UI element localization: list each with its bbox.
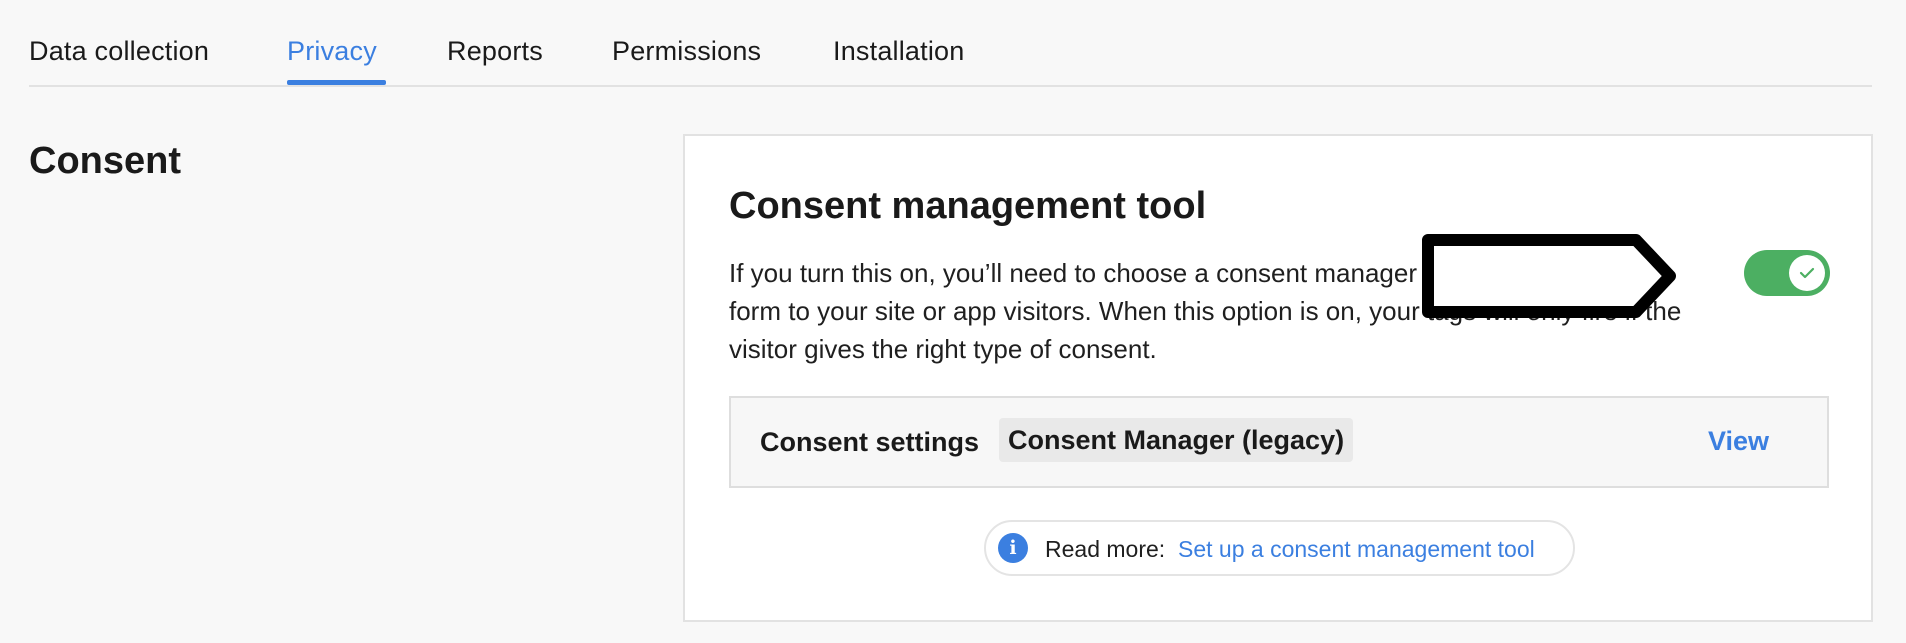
view-button[interactable]: View	[1708, 426, 1769, 457]
tab-reports[interactable]: Reports	[447, 36, 543, 67]
tab-bar: Data collection Privacy Reports Permissi…	[29, 0, 1872, 87]
read-more-link[interactable]: Set up a consent management tool	[1178, 536, 1535, 563]
info-icon: i	[998, 533, 1028, 563]
tab-data-collection[interactable]: Data collection	[29, 36, 209, 67]
tab-privacy[interactable]: Privacy	[287, 36, 377, 67]
tab-permissions[interactable]: Permissions	[612, 36, 761, 67]
card-title: Consent management tool	[729, 185, 1207, 227]
read-more-label: Read more:	[1045, 536, 1166, 562]
redaction-shape	[1422, 234, 1676, 318]
consent-toggle[interactable]	[1744, 250, 1830, 296]
consent-settings-row: Consent settings Consent Manager (legacy…	[729, 396, 1829, 488]
consent-card: Consent management tool If you turn this…	[683, 134, 1873, 622]
toggle-knob	[1789, 255, 1825, 291]
check-icon	[1799, 267, 1815, 279]
active-tab-indicator	[287, 80, 386, 85]
tab-installation[interactable]: Installation	[833, 36, 964, 67]
section-title: Consent	[29, 140, 181, 182]
consent-settings-label: Consent settings	[760, 427, 980, 457]
read-more-pill: i Read more: Set up a consent management…	[984, 520, 1575, 576]
consent-settings-value: Consent Manager (legacy)	[999, 418, 1354, 462]
